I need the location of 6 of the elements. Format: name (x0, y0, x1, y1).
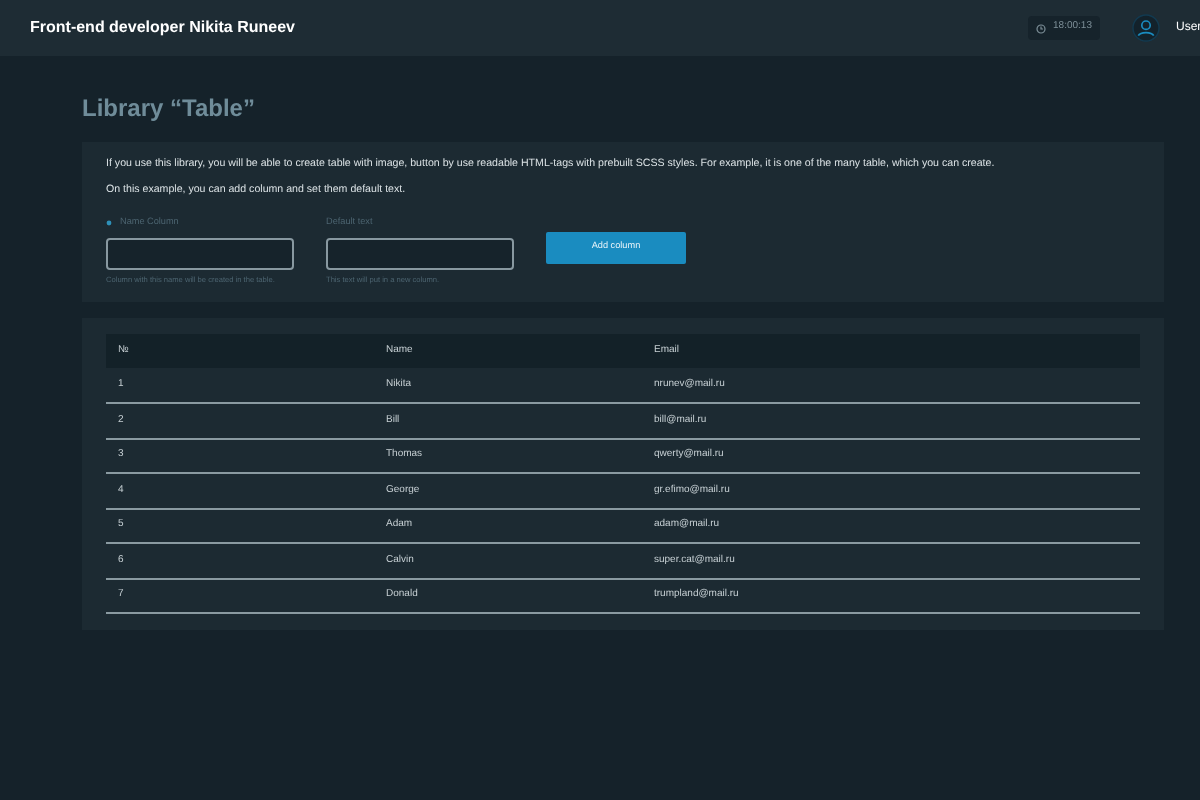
clock-icon (1035, 23, 1046, 33)
app-title: Front-end developer Nikita Runeev (30, 16, 295, 40)
page-title: Library “Table” (82, 92, 257, 126)
input-field[interactable] (106, 237, 294, 270)
user-avatar-icon[interactable] (1132, 14, 1160, 42)
input-field[interactable] (326, 237, 514, 270)
